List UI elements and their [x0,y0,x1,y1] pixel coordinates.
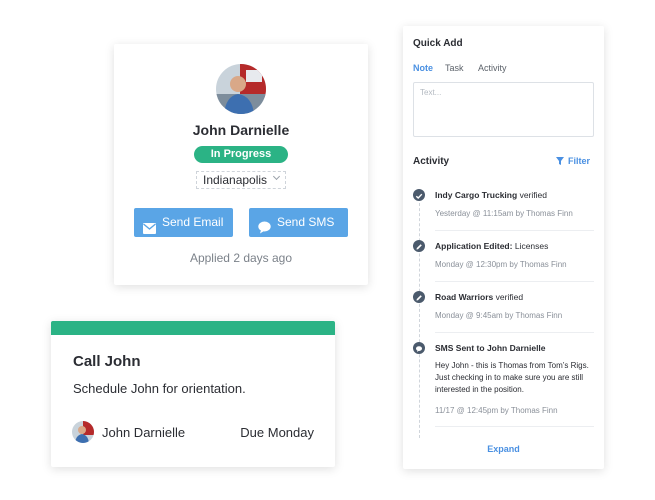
activity-subject[interactable]: Indy Cargo Trucking [435,190,517,200]
filter-icon [555,157,564,165]
expand-link[interactable]: Expand [403,444,604,454]
tab-note[interactable]: Note [413,63,433,73]
location-value: Indianapolis [203,173,268,187]
activity-subject[interactable]: Application Edited: [435,241,512,251]
activity-meta: Monday @ 12:30pm by Thomas Finn [435,260,567,269]
task-card[interactable]: Call John Schedule John for orientation.… [51,321,335,467]
location-select[interactable]: Indianapolis [196,171,286,189]
filter-button[interactable]: Filter [555,156,590,166]
status-badge[interactable]: In Progress [194,146,288,163]
activity-subject: SMS Sent to John Darnielle [435,343,546,353]
activity-action: Licenses [514,241,549,251]
tab-task[interactable]: Task [445,63,464,73]
task-title: Call John [73,353,141,370]
activity-body: Hey John - this is Thomas from Tom’s Rig… [435,361,589,394]
send-sms-button[interactable]: Send SMS [249,208,348,237]
task-contact-name[interactable]: John Darnielle [102,425,185,440]
quick-add-title: Quick Add [413,38,463,49]
divider [435,230,594,231]
activity-meta: 11/17 @ 12:45pm by Thomas Finn [435,406,558,415]
pencil-icon [413,291,425,303]
divider [435,332,594,333]
chevron-down-icon [272,172,281,181]
send-email-button[interactable]: Send Email [134,208,233,237]
activity-title: Activity [413,156,450,167]
activity-action: verified [495,292,524,302]
avatar [216,64,266,114]
chat-bubble-icon [413,342,425,354]
avatar-photo [72,421,94,443]
check-icon [413,189,425,201]
send-sms-label: Send SMS [277,215,335,229]
tab-activity[interactable]: Activity [478,63,507,73]
activity-subject[interactable]: Road Warriors [435,292,493,302]
candidate-name: John Darnielle [192,122,290,138]
task-due-date: Due Monday [240,425,314,440]
applied-date: Applied 2 days ago [189,251,293,265]
profile-card: John Darnielle In Progress Indianapolis … [114,44,368,285]
avatar [72,421,94,443]
divider [435,281,594,282]
send-email-label: Send Email [162,215,224,229]
envelope-icon [143,216,156,245]
activity-meta: Yesterday @ 11:15am by Thomas Finn [435,209,573,218]
avatar-photo [216,64,266,114]
quick-add-panel: Quick Add Note Task Activity Text... Act… [403,26,604,469]
activity-meta: Monday @ 9:45am by Thomas Finn [435,311,563,320]
pencil-icon [413,240,425,252]
activity-action: verified [519,190,547,200]
task-color-bar [51,321,335,335]
filter-label: Filter [567,156,590,166]
task-description: Schedule John for orientation. [73,381,246,396]
divider [435,426,594,427]
chat-bubble-icon [258,216,271,245]
note-input[interactable]: Text... [413,82,594,137]
timeline-line [419,198,420,438]
